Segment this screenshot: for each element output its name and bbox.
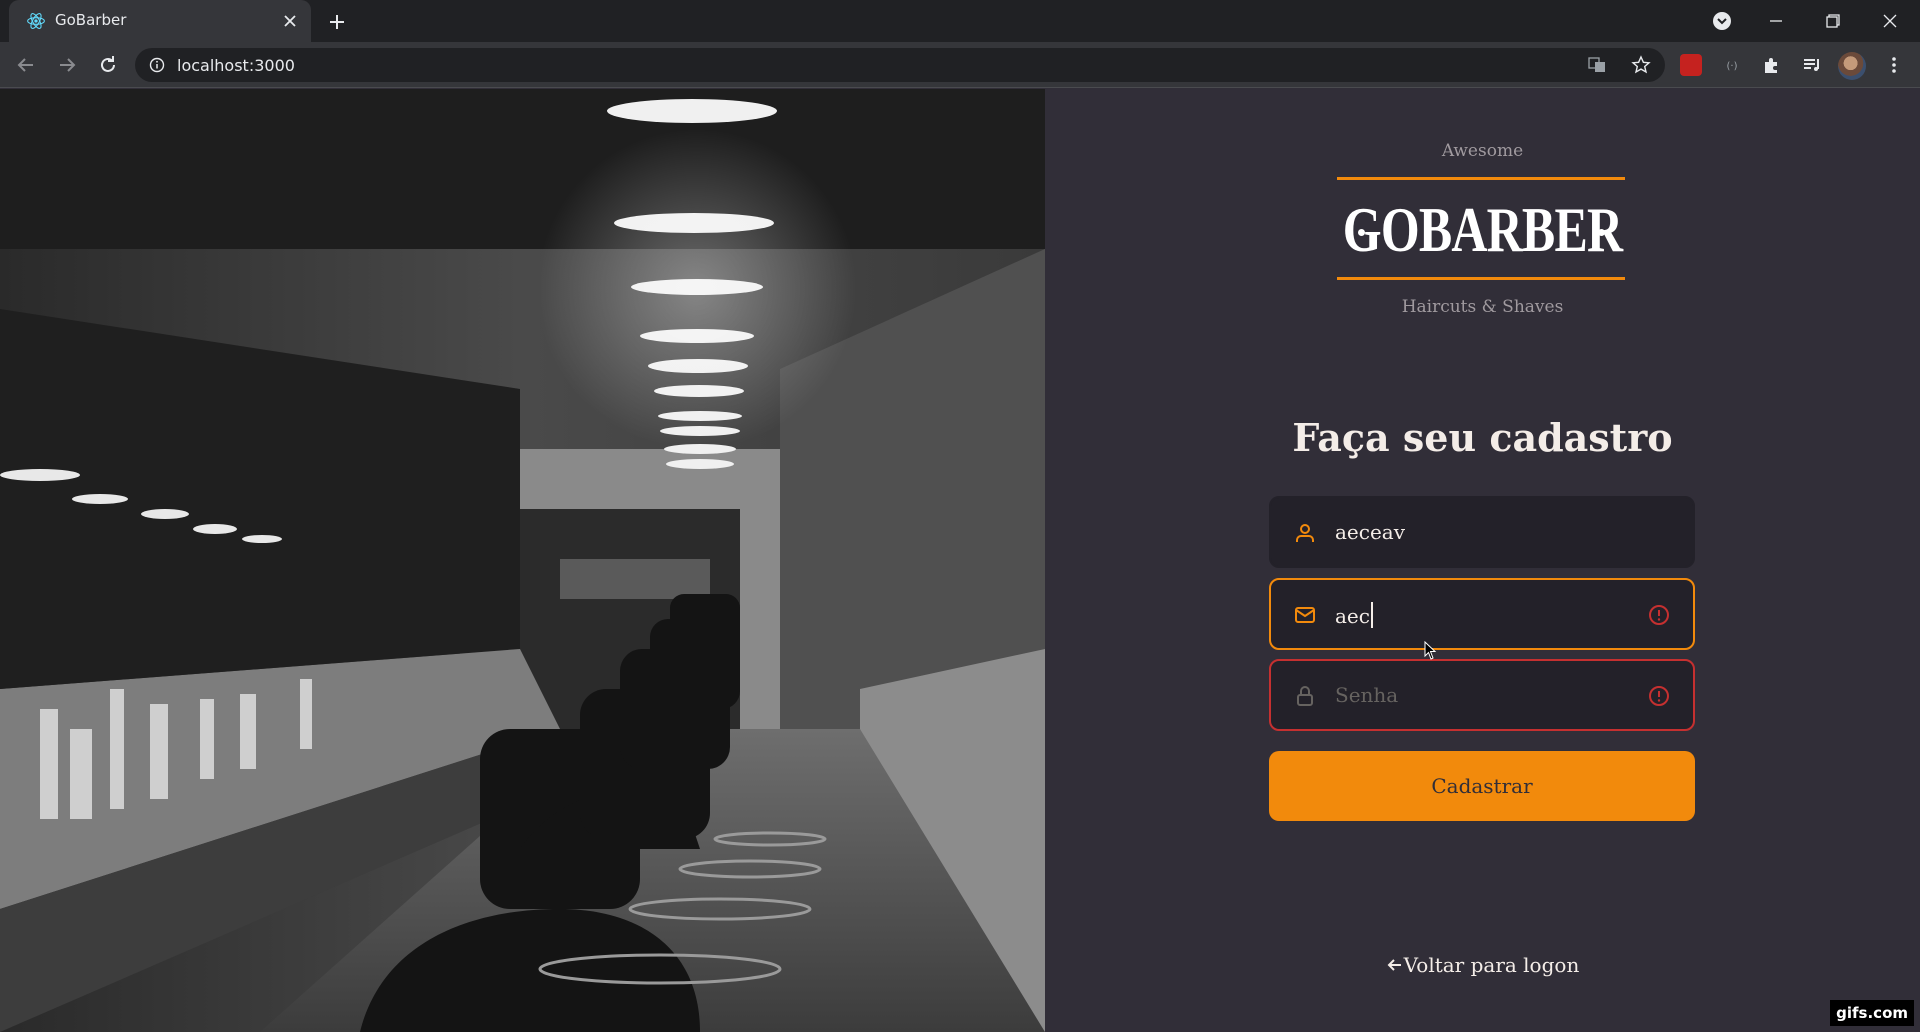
brand-logo: GOBARBER <box>1342 194 1623 265</box>
translate-icon[interactable] <box>1587 55 1607 75</box>
barbershop-photo <box>0 89 1045 1032</box>
back-to-logon-link[interactable]: Voltar para logon <box>1045 953 1920 977</box>
name-field[interactable]: aeceav <box>1269 496 1695 568</box>
extension-icon[interactable] <box>1680 54 1702 76</box>
back-icon[interactable] <box>14 53 38 77</box>
react-logo-icon <box>27 13 45 29</box>
email-input[interactable]: aec <box>1335 604 1370 628</box>
restore-icon[interactable] <box>1814 6 1850 36</box>
submit-button[interactable]: Cadastrar <box>1269 751 1695 821</box>
brand-divider-top <box>1337 177 1625 180</box>
svg-text:(·): (·) <box>1727 61 1738 72</box>
browser-tab[interactable]: GoBarber <box>9 0 311 42</box>
watermark: gifs.com <box>1830 1000 1914 1026</box>
media-queue-icon[interactable] <box>1800 53 1824 77</box>
page-title: Faça seu cadastro <box>1292 415 1673 460</box>
signup-panel: Awesome GOBARBER Haircuts & Shaves Faça … <box>1045 89 1920 1032</box>
tab-search-icon[interactable] <box>1704 6 1740 36</box>
text-caret <box>1370 602 1373 628</box>
back-link-label: Voltar para logon <box>1403 953 1580 977</box>
mail-icon <box>1295 607 1315 623</box>
bookmark-star-icon[interactable] <box>1631 55 1651 75</box>
menu-dots-icon[interactable] <box>1882 53 1906 77</box>
name-input[interactable]: aeceav <box>1335 520 1405 544</box>
address-bar[interactable]: localhost:3000 <box>135 48 1665 82</box>
extensions-puzzle-icon[interactable] <box>1760 53 1784 77</box>
close-window-icon[interactable] <box>1872 6 1908 36</box>
page: Awesome GOBARBER Haircuts & Shaves Faça … <box>0 89 1920 1032</box>
browser-tab-strip: GoBarber <box>0 0 1920 42</box>
browser-toolbar: localhost:3000 (·) <box>0 42 1920 88</box>
password-field[interactable]: Senha <box>1269 659 1695 731</box>
profile-avatar[interactable] <box>1838 52 1866 80</box>
password-input[interactable]: Senha <box>1335 683 1398 707</box>
minimize-icon[interactable] <box>1758 6 1794 36</box>
barbershop-photo-illustration <box>0 89 1045 1032</box>
alert-circle-icon[interactable] <box>1647 684 1671 708</box>
email-field[interactable]: aec <box>1269 578 1695 650</box>
close-tab-icon[interactable] <box>280 11 300 31</box>
user-icon <box>1296 524 1314 542</box>
email-input-wrapper[interactable]: aec <box>1335 602 1373 628</box>
brand-tagline-top: Awesome <box>1441 141 1524 161</box>
lock-icon <box>1297 686 1313 706</box>
brand-tagline-bottom: Haircuts & Shaves <box>1401 297 1564 317</box>
brand-divider-bottom <box>1337 277 1625 280</box>
reload-icon[interactable] <box>96 53 120 77</box>
extension-icon-2[interactable]: (·) <box>1720 53 1744 77</box>
forward-icon[interactable] <box>55 53 79 77</box>
new-tab-icon[interactable] <box>325 10 349 34</box>
mouse-cursor-icon <box>1424 641 1437 660</box>
url-text: localhost:3000 <box>177 56 295 75</box>
alert-circle-icon[interactable] <box>1647 603 1671 627</box>
tab-title: GoBarber <box>55 11 127 29</box>
brand-dot-right <box>1598 229 1605 236</box>
arrow-left-icon <box>1387 959 1401 971</box>
site-info-icon[interactable] <box>149 57 165 73</box>
